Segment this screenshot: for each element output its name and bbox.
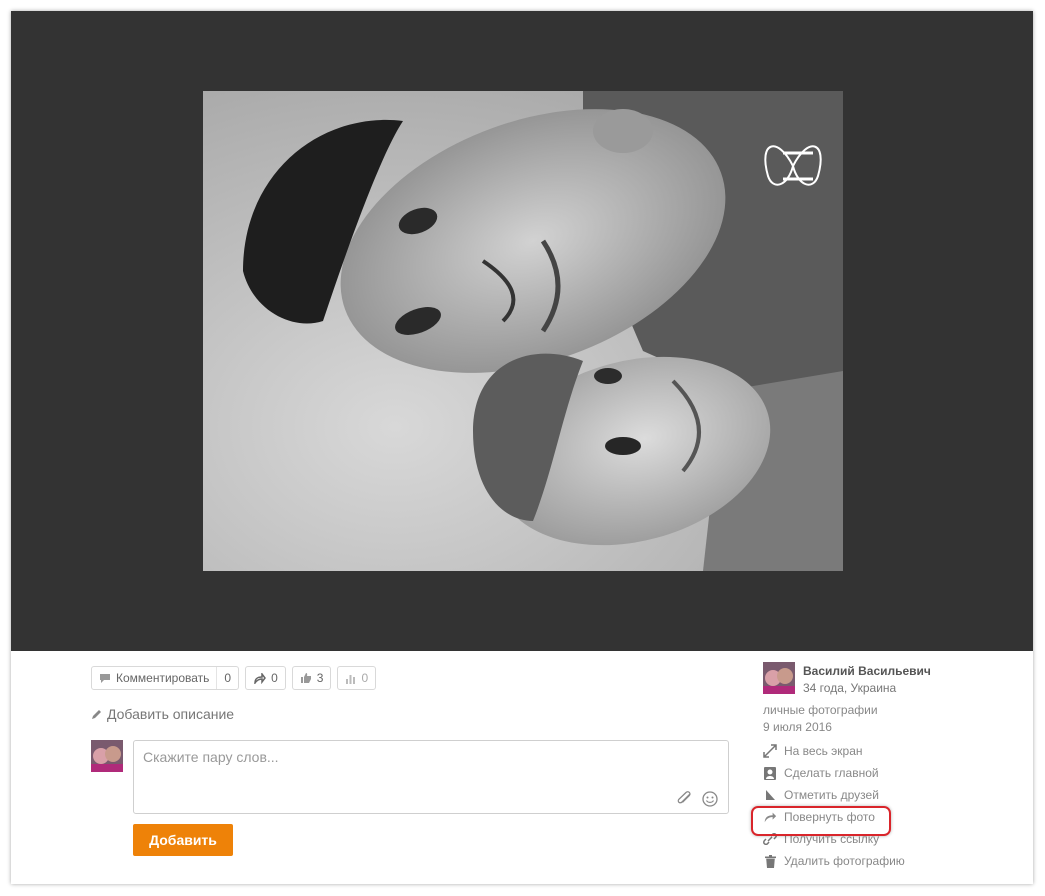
photo-image[interactable] — [203, 91, 843, 571]
stats-count: 0 — [361, 671, 369, 685]
smiley-icon[interactable] — [702, 791, 718, 807]
menu-label: Отметить друзей — [784, 788, 879, 802]
user-card-icon — [763, 766, 777, 780]
comment-button[interactable]: Комментировать 0 — [91, 666, 240, 690]
menu-fullscreen[interactable]: На весь экран — [763, 744, 863, 758]
current-user-avatar — [91, 740, 123, 772]
stats-button[interactable]: 0 — [337, 666, 377, 690]
album-name[interactable]: личные фотографии — [763, 703, 878, 717]
photo-date: 9 июля 2016 — [763, 720, 832, 734]
like-button[interactable]: 3 — [291, 666, 332, 690]
menu-get-link[interactable]: Получить ссылку — [763, 832, 879, 846]
menu-label: Повернуть фото — [784, 810, 875, 824]
photo-window: Комментировать 0 0 3 0 Добавить описание — [11, 11, 1033, 884]
owner-avatar[interactable] — [763, 662, 795, 694]
menu-label: Получить ссылку — [784, 832, 880, 846]
pencil-icon — [92, 710, 101, 719]
menu-delete-photo[interactable]: Удалить фотографию — [763, 854, 905, 868]
menu-label: Удалить фотографию — [784, 854, 905, 868]
like-count: 3 — [316, 671, 324, 685]
photo-actions: Комментировать 0 0 3 0 — [91, 666, 377, 690]
owner-meta: 34 года, Украина — [803, 681, 897, 695]
photo-viewer — [11, 11, 1033, 651]
comment-composer[interactable]: Скажите пару слов... — [133, 740, 729, 814]
link-icon — [763, 832, 777, 846]
add-description-label: Добавить описание — [107, 706, 235, 722]
fullscreen-icon — [763, 744, 777, 758]
submit-comment-button[interactable]: Добавить — [133, 824, 233, 856]
bar-chart-icon — [346, 674, 356, 684]
share-button[interactable]: 0 — [245, 666, 286, 690]
paperclip-icon[interactable] — [676, 791, 694, 807]
comment-icon — [100, 673, 110, 683]
trash-icon — [763, 854, 777, 868]
share-count: 0 — [271, 671, 278, 685]
comment-input[interactable]: Скажите пару слов... — [143, 749, 279, 765]
add-description-link[interactable]: Добавить описание — [91, 706, 234, 722]
comment-count: 0 — [224, 671, 232, 685]
menu-rotate-photo[interactable]: Повернуть фото — [763, 810, 875, 824]
thumbs-up-icon — [300, 673, 311, 683]
owner-name[interactable]: Василий Васильевич — [803, 664, 931, 678]
menu-label: Сделать главной — [784, 766, 879, 780]
menu-make-main[interactable]: Сделать главной — [763, 766, 879, 780]
menu-label: На весь экран — [784, 744, 863, 758]
share-icon — [254, 672, 267, 684]
tag-icon — [763, 788, 777, 802]
comment-label: Комментировать — [116, 671, 210, 685]
rotate-icon — [763, 810, 777, 824]
menu-tag-friends[interactable]: Отметить друзей — [763, 788, 879, 802]
